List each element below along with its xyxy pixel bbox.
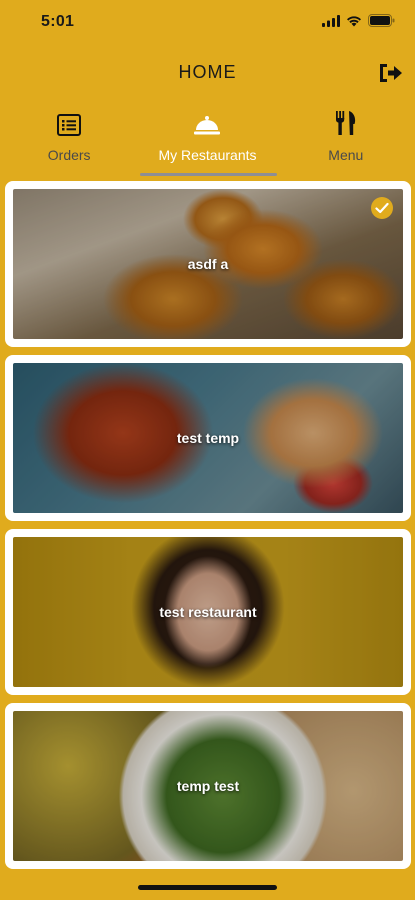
tab-bar: Orders My Restaurants Menu xyxy=(0,108,415,176)
logout-icon xyxy=(377,64,403,89)
tab-menu[interactable]: Menu xyxy=(277,108,415,176)
list-icon xyxy=(57,108,82,136)
signal-icon xyxy=(322,14,340,32)
selected-check-icon xyxy=(371,197,393,219)
restaurant-image: temp test xyxy=(13,711,403,861)
logout-button[interactable] xyxy=(377,61,403,85)
restaurant-name: test temp xyxy=(176,430,240,446)
tab-indicator xyxy=(140,173,277,176)
tab-menu-label: Menu xyxy=(328,147,364,163)
restaurant-card[interactable]: asdf a xyxy=(5,181,411,347)
cloche-icon xyxy=(193,108,221,136)
battery-icon xyxy=(368,14,395,32)
status-time: 5:01 xyxy=(41,13,75,30)
page-title: HOME xyxy=(178,62,237,82)
tab-orders-label: Orders xyxy=(47,147,91,163)
header: HOME xyxy=(0,52,415,92)
restaurant-card[interactable]: test temp xyxy=(5,355,411,521)
restaurant-name: asdf a xyxy=(187,256,229,272)
restaurant-card[interactable]: test restaurant xyxy=(5,529,411,695)
tab-my-restaurants-label: My Restaurants xyxy=(158,147,257,163)
restaurant-card[interactable]: temp test xyxy=(5,703,411,869)
restaurant-image: asdf a xyxy=(13,189,403,339)
tab-orders[interactable]: Orders xyxy=(0,108,138,176)
restaurant-image: test temp xyxy=(13,363,403,513)
status-icons xyxy=(322,14,395,32)
status-bar: 5:01 xyxy=(0,0,415,44)
restaurant-name: temp test xyxy=(176,778,240,794)
wifi-icon xyxy=(346,14,362,32)
restaurant-image: test restaurant xyxy=(13,537,403,687)
tab-my-restaurants[interactable]: My Restaurants xyxy=(138,108,276,176)
restaurant-list: asdf a test temp test restaurant temp te… xyxy=(5,181,411,877)
fork-knife-icon xyxy=(334,108,358,136)
restaurant-name: test restaurant xyxy=(159,604,257,620)
home-indicator[interactable] xyxy=(138,885,277,890)
